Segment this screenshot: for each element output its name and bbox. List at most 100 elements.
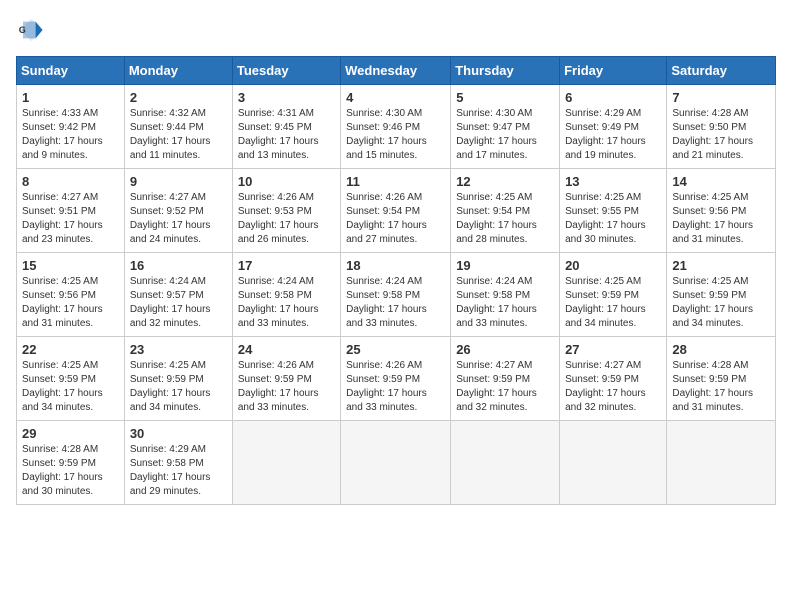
calendar-day-cell: 22 Sunrise: 4:25 AMSunset: 9:59 PMDaylig… <box>17 337 125 421</box>
calendar-header-sunday: Sunday <box>17 57 125 85</box>
calendar-day-cell: 8 Sunrise: 4:27 AMSunset: 9:51 PMDayligh… <box>17 169 125 253</box>
day-info: Sunrise: 4:24 AMSunset: 9:57 PMDaylight:… <box>130 275 227 331</box>
calendar-header-saturday: Saturday <box>667 57 776 85</box>
day-number: 20 <box>565 258 661 273</box>
calendar-header-tuesday: Tuesday <box>232 57 340 85</box>
calendar-day-cell: 14 Sunrise: 4:25 AMSunset: 9:56 PMDaylig… <box>667 169 776 253</box>
day-info: Sunrise: 4:25 AMSunset: 9:56 PMDaylight:… <box>22 275 119 331</box>
day-info: Sunrise: 4:24 AMSunset: 9:58 PMDaylight:… <box>238 275 335 331</box>
day-number: 24 <box>238 342 335 357</box>
calendar-day-cell <box>451 421 560 505</box>
day-number: 1 <box>22 90 119 105</box>
day-number: 3 <box>238 90 335 105</box>
calendar-day-cell: 21 Sunrise: 4:25 AMSunset: 9:59 PMDaylig… <box>667 253 776 337</box>
calendar-day-cell <box>341 421 451 505</box>
day-number: 4 <box>346 90 445 105</box>
calendar-day-cell: 12 Sunrise: 4:25 AMSunset: 9:54 PMDaylig… <box>451 169 560 253</box>
day-info: Sunrise: 4:30 AMSunset: 9:47 PMDaylight:… <box>456 107 554 163</box>
calendar-header-thursday: Thursday <box>451 57 560 85</box>
day-info: Sunrise: 4:31 AMSunset: 9:45 PMDaylight:… <box>238 107 335 163</box>
day-info: Sunrise: 4:24 AMSunset: 9:58 PMDaylight:… <box>456 275 554 331</box>
day-info: Sunrise: 4:30 AMSunset: 9:46 PMDaylight:… <box>346 107 445 163</box>
calendar-table: SundayMondayTuesdayWednesdayThursdayFrid… <box>16 56 776 505</box>
calendar-day-cell: 24 Sunrise: 4:26 AMSunset: 9:59 PMDaylig… <box>232 337 340 421</box>
calendar-day-cell <box>667 421 776 505</box>
day-info: Sunrise: 4:25 AMSunset: 9:59 PMDaylight:… <box>130 359 227 415</box>
calendar-day-cell <box>232 421 340 505</box>
calendar-day-cell: 1 Sunrise: 4:33 AMSunset: 9:42 PMDayligh… <box>17 85 125 169</box>
day-number: 19 <box>456 258 554 273</box>
day-info: Sunrise: 4:27 AMSunset: 9:59 PMDaylight:… <box>456 359 554 415</box>
calendar-day-cell: 17 Sunrise: 4:24 AMSunset: 9:58 PMDaylig… <box>232 253 340 337</box>
calendar-day-cell: 27 Sunrise: 4:27 AMSunset: 9:59 PMDaylig… <box>560 337 667 421</box>
day-info: Sunrise: 4:32 AMSunset: 9:44 PMDaylight:… <box>130 107 227 163</box>
calendar-day-cell: 26 Sunrise: 4:27 AMSunset: 9:59 PMDaylig… <box>451 337 560 421</box>
calendar-day-cell: 5 Sunrise: 4:30 AMSunset: 9:47 PMDayligh… <box>451 85 560 169</box>
day-info: Sunrise: 4:25 AMSunset: 9:54 PMDaylight:… <box>456 191 554 247</box>
day-info: Sunrise: 4:26 AMSunset: 9:54 PMDaylight:… <box>346 191 445 247</box>
day-info: Sunrise: 4:26 AMSunset: 9:59 PMDaylight:… <box>346 359 445 415</box>
day-info: Sunrise: 4:25 AMSunset: 9:59 PMDaylight:… <box>565 275 661 331</box>
day-info: Sunrise: 4:25 AMSunset: 9:55 PMDaylight:… <box>565 191 661 247</box>
day-info: Sunrise: 4:28 AMSunset: 9:50 PMDaylight:… <box>672 107 770 163</box>
calendar-day-cell: 20 Sunrise: 4:25 AMSunset: 9:59 PMDaylig… <box>560 253 667 337</box>
day-info: Sunrise: 4:27 AMSunset: 9:59 PMDaylight:… <box>565 359 661 415</box>
day-number: 12 <box>456 174 554 189</box>
calendar-day-cell: 19 Sunrise: 4:24 AMSunset: 9:58 PMDaylig… <box>451 253 560 337</box>
day-info: Sunrise: 4:25 AMSunset: 9:59 PMDaylight:… <box>672 275 770 331</box>
day-number: 13 <box>565 174 661 189</box>
day-number: 17 <box>238 258 335 273</box>
day-number: 15 <box>22 258 119 273</box>
day-info: Sunrise: 4:27 AMSunset: 9:51 PMDaylight:… <box>22 191 119 247</box>
calendar-header-friday: Friday <box>560 57 667 85</box>
calendar-week-row: 15 Sunrise: 4:25 AMSunset: 9:56 PMDaylig… <box>17 253 776 337</box>
day-number: 10 <box>238 174 335 189</box>
day-info: Sunrise: 4:29 AMSunset: 9:49 PMDaylight:… <box>565 107 661 163</box>
day-info: Sunrise: 4:27 AMSunset: 9:52 PMDaylight:… <box>130 191 227 247</box>
day-info: Sunrise: 4:25 AMSunset: 9:56 PMDaylight:… <box>672 191 770 247</box>
day-number: 6 <box>565 90 661 105</box>
day-info: Sunrise: 4:25 AMSunset: 9:59 PMDaylight:… <box>22 359 119 415</box>
day-number: 5 <box>456 90 554 105</box>
calendar-day-cell: 30 Sunrise: 4:29 AMSunset: 9:58 PMDaylig… <box>124 421 232 505</box>
day-number: 14 <box>672 174 770 189</box>
calendar-day-cell: 7 Sunrise: 4:28 AMSunset: 9:50 PMDayligh… <box>667 85 776 169</box>
calendar-day-cell: 6 Sunrise: 4:29 AMSunset: 9:49 PMDayligh… <box>560 85 667 169</box>
calendar-week-row: 1 Sunrise: 4:33 AMSunset: 9:42 PMDayligh… <box>17 85 776 169</box>
day-number: 18 <box>346 258 445 273</box>
day-info: Sunrise: 4:33 AMSunset: 9:42 PMDaylight:… <box>22 107 119 163</box>
day-info: Sunrise: 4:28 AMSunset: 9:59 PMDaylight:… <box>22 443 119 499</box>
day-number: 21 <box>672 258 770 273</box>
calendar-day-cell: 25 Sunrise: 4:26 AMSunset: 9:59 PMDaylig… <box>341 337 451 421</box>
calendar-week-row: 29 Sunrise: 4:28 AMSunset: 9:59 PMDaylig… <box>17 421 776 505</box>
calendar-day-cell: 4 Sunrise: 4:30 AMSunset: 9:46 PMDayligh… <box>341 85 451 169</box>
calendar-day-cell: 10 Sunrise: 4:26 AMSunset: 9:53 PMDaylig… <box>232 169 340 253</box>
day-info: Sunrise: 4:26 AMSunset: 9:53 PMDaylight:… <box>238 191 335 247</box>
day-info: Sunrise: 4:26 AMSunset: 9:59 PMDaylight:… <box>238 359 335 415</box>
calendar-day-cell: 28 Sunrise: 4:28 AMSunset: 9:59 PMDaylig… <box>667 337 776 421</box>
day-number: 11 <box>346 174 445 189</box>
day-number: 16 <box>130 258 227 273</box>
calendar-day-cell: 3 Sunrise: 4:31 AMSunset: 9:45 PMDayligh… <box>232 85 340 169</box>
day-number: 8 <box>22 174 119 189</box>
day-number: 7 <box>672 90 770 105</box>
calendar-header-monday: Monday <box>124 57 232 85</box>
day-number: 26 <box>456 342 554 357</box>
day-number: 22 <box>22 342 119 357</box>
logo: G <box>16 16 48 44</box>
calendar-day-cell: 11 Sunrise: 4:26 AMSunset: 9:54 PMDaylig… <box>341 169 451 253</box>
calendar-day-cell: 29 Sunrise: 4:28 AMSunset: 9:59 PMDaylig… <box>17 421 125 505</box>
day-info: Sunrise: 4:28 AMSunset: 9:59 PMDaylight:… <box>672 359 770 415</box>
calendar-day-cell: 18 Sunrise: 4:24 AMSunset: 9:58 PMDaylig… <box>341 253 451 337</box>
calendar-header-row: SundayMondayTuesdayWednesdayThursdayFrid… <box>17 57 776 85</box>
day-number: 30 <box>130 426 227 441</box>
calendar-day-cell: 2 Sunrise: 4:32 AMSunset: 9:44 PMDayligh… <box>124 85 232 169</box>
calendar-week-row: 8 Sunrise: 4:27 AMSunset: 9:51 PMDayligh… <box>17 169 776 253</box>
calendar-day-cell: 23 Sunrise: 4:25 AMSunset: 9:59 PMDaylig… <box>124 337 232 421</box>
calendar-day-cell: 9 Sunrise: 4:27 AMSunset: 9:52 PMDayligh… <box>124 169 232 253</box>
day-number: 27 <box>565 342 661 357</box>
svg-text:G: G <box>19 25 26 35</box>
day-info: Sunrise: 4:29 AMSunset: 9:58 PMDaylight:… <box>130 443 227 499</box>
day-number: 2 <box>130 90 227 105</box>
calendar-day-cell: 16 Sunrise: 4:24 AMSunset: 9:57 PMDaylig… <box>124 253 232 337</box>
